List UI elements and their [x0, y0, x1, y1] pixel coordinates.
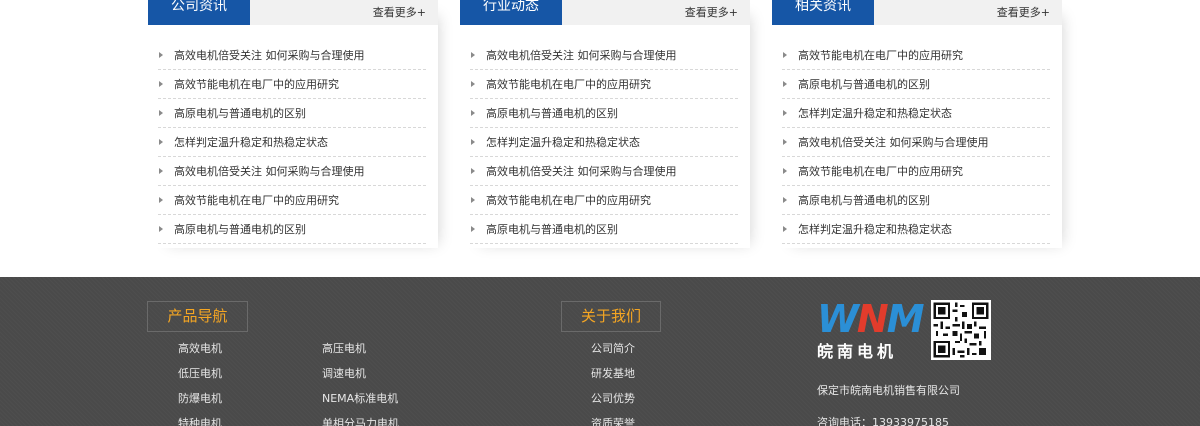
- news-panel-related: 相关资讯 查看更多+ 高效节能电机在电厂中的应用研究 高原电机与普通电机的区别 …: [772, 0, 1062, 248]
- footer-link-special-motor[interactable]: 特种电机: [178, 415, 222, 426]
- qr-code-icon: [931, 300, 991, 360]
- footer-link-nema-motor[interactable]: NEMA标准电机: [322, 390, 398, 406]
- news-item[interactable]: 高原电机与普通电机的区别: [158, 215, 426, 244]
- news-item[interactable]: 高原电机与普通电机的区别: [782, 70, 1050, 99]
- news-item[interactable]: 高效电机倍受关注 如何采购与合理使用: [158, 41, 426, 70]
- news-item[interactable]: 高原电机与普通电机的区别: [158, 99, 426, 128]
- logo-latin-mark: WNM: [817, 297, 925, 341]
- footer-link-company-profile[interactable]: 公司简介: [591, 340, 635, 356]
- view-more-link[interactable]: 查看更多+: [997, 4, 1050, 20]
- caret-right-icon: [471, 226, 475, 232]
- news-list: 高效节能电机在电厂中的应用研究 高原电机与普通电机的区别 怎样判定温升稳定和热稳…: [782, 41, 1050, 244]
- caret-right-icon: [783, 168, 787, 174]
- news-item[interactable]: 高原电机与普通电机的区别: [470, 215, 738, 244]
- news-item[interactable]: 高效节能电机在电厂中的应用研究: [782, 157, 1050, 186]
- news-item[interactable]: 高效节能电机在电厂中的应用研究: [158, 70, 426, 99]
- news-item[interactable]: 怎样判定温升稳定和热稳定状态: [470, 128, 738, 157]
- news-item[interactable]: 高效节能电机在电厂中的应用研究: [470, 70, 738, 99]
- footer-link-company-advantages[interactable]: 公司优势: [591, 390, 635, 406]
- caret-right-icon: [783, 81, 787, 87]
- news-item[interactable]: 高效节能电机在电厂中的应用研究: [782, 41, 1050, 70]
- caret-right-icon: [159, 168, 163, 174]
- footer-link-high-efficiency-motor[interactable]: 高效电机: [178, 340, 222, 356]
- caret-right-icon: [159, 139, 163, 145]
- news-item[interactable]: 怎样判定温升稳定和热稳定状态: [782, 99, 1050, 128]
- panel-tab-related-news[interactable]: 相关资讯: [772, 0, 874, 25]
- products-nav-title: 产品导航: [147, 301, 248, 332]
- panel-header: 公司资讯 查看更多+: [148, 0, 438, 25]
- view-more-link[interactable]: 查看更多+: [685, 4, 738, 20]
- footer-link-high-voltage-motor[interactable]: 高压电机: [322, 340, 366, 356]
- company-name: 保定市皖南电机销售有限公司: [817, 384, 960, 397]
- caret-right-icon: [471, 81, 475, 87]
- caret-right-icon: [471, 110, 475, 116]
- news-panel-company: 公司资讯 查看更多+ 高效电机倍受关注 如何采购与合理使用 高效节能电机在电厂中…: [148, 0, 438, 248]
- panel-tab-company-news[interactable]: 公司资讯: [148, 0, 250, 25]
- panel-header: 相关资讯 查看更多+: [772, 0, 1062, 25]
- caret-right-icon: [159, 197, 163, 203]
- caret-right-icon: [783, 197, 787, 203]
- news-item[interactable]: 高效电机倍受关注 如何采购与合理使用: [470, 157, 738, 186]
- about-us-title: 关于我们: [561, 301, 661, 332]
- footer-link-qualifications[interactable]: 资质荣誉: [591, 415, 635, 426]
- footer-link-low-voltage-motor[interactable]: 低压电机: [178, 365, 222, 381]
- news-item[interactable]: 高效电机倍受关注 如何采购与合理使用: [782, 128, 1050, 157]
- logo-chinese-name: 皖南电机: [817, 342, 898, 361]
- caret-right-icon: [159, 81, 163, 87]
- news-item[interactable]: 高效节能电机在电厂中的应用研究: [470, 186, 738, 215]
- news-list: 高效电机倍受关注 如何采购与合理使用 高效节能电机在电厂中的应用研究 高原电机与…: [158, 41, 426, 244]
- news-item[interactable]: 怎样判定温升稳定和热稳定状态: [158, 128, 426, 157]
- caret-right-icon: [159, 226, 163, 232]
- caret-right-icon: [471, 52, 475, 58]
- caret-right-icon: [471, 139, 475, 145]
- panel-header: 行业动态 查看更多+: [460, 0, 750, 25]
- caret-right-icon: [471, 197, 475, 203]
- caret-right-icon: [159, 52, 163, 58]
- news-item[interactable]: 高原电机与普通电机的区别: [470, 99, 738, 128]
- company-logo: WNM 皖南电机: [817, 297, 925, 361]
- footer-link-single-phase-motor[interactable]: 单相分马力电机: [322, 415, 399, 426]
- panel-tab-industry-news[interactable]: 行业动态: [460, 0, 562, 25]
- news-list: 高效电机倍受关注 如何采购与合理使用 高效节能电机在电厂中的应用研究 高原电机与…: [470, 41, 738, 244]
- news-panel-industry: 行业动态 查看更多+ 高效电机倍受关注 如何采购与合理使用 高效节能电机在电厂中…: [460, 0, 750, 248]
- caret-right-icon: [471, 168, 475, 174]
- footer-link-variable-speed-motor[interactable]: 调速电机: [322, 365, 366, 381]
- caret-right-icon: [783, 110, 787, 116]
- contact-phone: 咨询电话：13933975185: [817, 416, 949, 426]
- footer-link-explosion-proof-motor[interactable]: 防爆电机: [178, 390, 222, 406]
- news-item[interactable]: 高效电机倍受关注 如何采购与合理使用: [158, 157, 426, 186]
- caret-right-icon: [783, 52, 787, 58]
- news-item[interactable]: 高效电机倍受关注 如何采购与合理使用: [470, 41, 738, 70]
- footer-link-rd-base[interactable]: 研发基地: [591, 365, 635, 381]
- news-item[interactable]: 高效节能电机在电厂中的应用研究: [158, 186, 426, 215]
- caret-right-icon: [783, 139, 787, 145]
- site-footer: 产品导航 高效电机 低压电机 防爆电机 特种电机 高压电机 调速电机 NEMA标…: [0, 277, 1200, 426]
- caret-right-icon: [159, 110, 163, 116]
- news-item[interactable]: 高原电机与普通电机的区别: [782, 186, 1050, 215]
- caret-right-icon: [783, 226, 787, 232]
- news-item[interactable]: 怎样判定温升稳定和热稳定状态: [782, 215, 1050, 244]
- view-more-link[interactable]: 查看更多+: [373, 4, 426, 20]
